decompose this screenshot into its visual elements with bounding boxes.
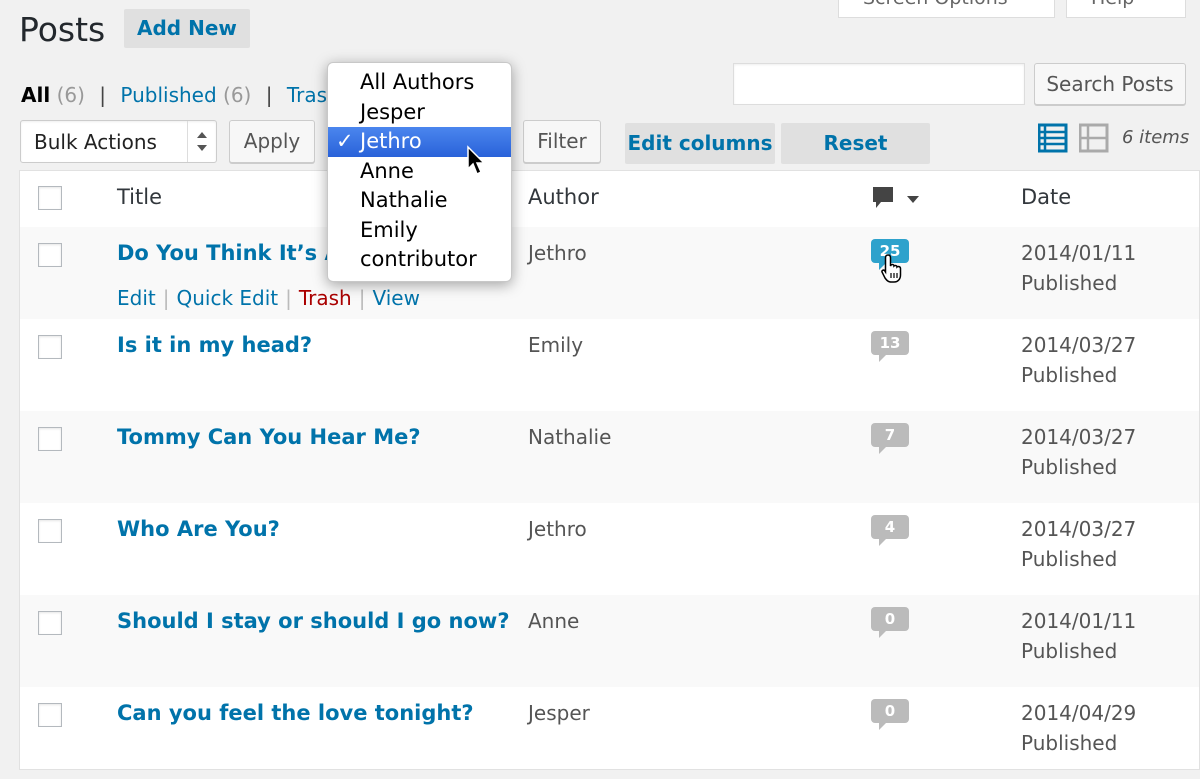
column-date[interactable]: Date xyxy=(1021,185,1071,209)
filter-published-count: (6) xyxy=(223,83,252,107)
date-value: 2014/01/11 xyxy=(1021,609,1137,633)
bulk-actions-label: Bulk Actions xyxy=(34,130,157,154)
row-checkbox[interactable] xyxy=(38,243,62,267)
view-link[interactable]: View xyxy=(372,286,419,310)
table-row: Is it in my head? Emily 13 2014/03/27 Pub… xyxy=(20,319,1199,411)
status-value: Published xyxy=(1021,731,1118,755)
search-input[interactable] xyxy=(733,63,1025,105)
row-actions: Edit | Quick Edit | Trash | View xyxy=(117,286,420,310)
filter-published[interactable]: Published xyxy=(120,83,216,107)
post-author[interactable]: Emily xyxy=(528,333,583,357)
comment-count-badge[interactable]: 13 xyxy=(871,331,909,362)
post-title-link[interactable]: Tommy Can You Hear Me? xyxy=(117,425,421,449)
filter-button[interactable]: Filter xyxy=(523,120,601,163)
dropdown-option[interactable]: contributor xyxy=(328,245,511,275)
post-date: 2014/01/11 Published xyxy=(1021,606,1136,666)
column-comments[interactable] xyxy=(871,185,923,218)
excerpt-view-icon[interactable] xyxy=(1078,123,1109,153)
add-new-button[interactable]: Add New xyxy=(124,9,250,48)
table-row: Should I stay or should I go now? Anne 0… xyxy=(20,595,1199,687)
screen-options-tab[interactable]: Screen Options xyxy=(838,0,1055,18)
status-value: Published xyxy=(1021,271,1118,295)
dropdown-option[interactable]: Jesper xyxy=(328,98,511,128)
items-count: 6 items xyxy=(1122,127,1190,148)
table-row: Do You Think It’s Alr Edit | Quick Edit | Tr… xyxy=(20,227,1199,319)
row-checkbox[interactable] xyxy=(38,519,62,543)
row-checkbox[interactable] xyxy=(38,427,62,451)
posts-table: Title Author Date Do You Think It’s Alr … xyxy=(19,170,1200,770)
post-author[interactable]: Anne xyxy=(528,609,579,633)
row-checkbox[interactable] xyxy=(38,611,62,635)
post-date: 2014/03/27 Published xyxy=(1021,330,1136,390)
table-row: Who Are You? Jethro 4 2014/03/27 Publishe… xyxy=(20,503,1199,595)
post-author[interactable]: Jethro xyxy=(528,241,587,265)
comment-count-badge[interactable]: 0 xyxy=(871,699,909,730)
arrow-cursor-icon xyxy=(467,145,486,176)
date-value: 2014/04/29 xyxy=(1021,701,1137,725)
comment-count-badge[interactable]: 4 xyxy=(871,515,909,546)
post-title-link[interactable]: Who Are You? xyxy=(117,517,280,541)
post-date: 2014/04/29 Published xyxy=(1021,698,1136,758)
checkmark-icon: ✓ xyxy=(336,129,354,153)
edit-link[interactable]: Edit xyxy=(117,286,156,310)
post-date: 2014/03/27 Published xyxy=(1021,422,1136,482)
quick-edit-link[interactable]: Quick Edit xyxy=(176,286,278,310)
column-title[interactable]: Title xyxy=(117,185,162,209)
help-label: Help xyxy=(1091,0,1134,9)
table-row: Can you feel the love tonight? Jesper 0 … xyxy=(20,687,1199,779)
date-value: 2014/01/11 xyxy=(1021,241,1137,265)
status-value: Published xyxy=(1021,455,1118,479)
filter-all-count: (6) xyxy=(56,83,85,107)
status-filters: All (6) | Published (6) | Trash (1 xyxy=(21,83,367,107)
screen-options-label: Screen Options xyxy=(863,0,1008,9)
post-date: 2014/01/11 Published xyxy=(1021,238,1136,298)
post-author[interactable]: Jethro xyxy=(528,517,587,541)
date-value: 2014/03/27 xyxy=(1021,333,1137,357)
post-author[interactable]: Nathalie xyxy=(528,425,611,449)
bulk-actions-select[interactable]: Bulk Actions xyxy=(20,120,217,163)
comment-count-badge[interactable]: 7 xyxy=(871,423,909,454)
trash-link[interactable]: Trash xyxy=(299,286,352,310)
filter-all[interactable]: All xyxy=(21,83,50,107)
comment-count-badge[interactable]: 0 xyxy=(871,607,909,638)
post-title-link[interactable]: Can you feel the love tonight? xyxy=(117,701,474,725)
status-value: Published xyxy=(1021,547,1118,571)
dropdown-option-label: Jethro xyxy=(360,129,422,153)
post-author[interactable]: Jesper xyxy=(528,701,590,725)
date-value: 2014/03/27 xyxy=(1021,425,1137,449)
help-tab[interactable]: Help xyxy=(1066,0,1186,18)
row-checkbox[interactable] xyxy=(38,335,62,359)
dropdown-option[interactable]: Nathalie xyxy=(328,186,511,216)
select-arrows-icon xyxy=(187,121,216,162)
hand-cursor-icon xyxy=(881,254,902,283)
page-title: Posts xyxy=(19,10,106,49)
list-view-icon[interactable] xyxy=(1037,123,1068,153)
post-title-link[interactable]: Should I stay or should I go now? xyxy=(117,609,510,633)
filter-separator: | xyxy=(265,83,273,107)
dropdown-option[interactable]: Emily xyxy=(328,216,511,246)
dropdown-option[interactable]: All Authors xyxy=(328,68,511,98)
search-posts-button[interactable]: Search Posts xyxy=(1034,63,1186,105)
select-all-checkbox[interactable] xyxy=(38,186,62,210)
table-row: Tommy Can You Hear Me? Nathalie 7 2014/0… xyxy=(20,411,1199,503)
row-checkbox[interactable] xyxy=(38,703,62,727)
edit-columns-button[interactable]: Edit columns xyxy=(625,123,775,164)
reset-sorting-button[interactable]: Reset sorting xyxy=(781,123,930,196)
status-value: Published xyxy=(1021,639,1118,663)
comment-column-icon xyxy=(873,187,919,208)
apply-button[interactable]: Apply xyxy=(229,120,315,163)
table-header: Title Author Date xyxy=(20,171,1199,228)
column-author[interactable]: Author xyxy=(528,185,599,209)
post-date: 2014/03/27 Published xyxy=(1021,514,1136,574)
post-title-link[interactable]: Is it in my head? xyxy=(117,333,312,357)
status-value: Published xyxy=(1021,363,1118,387)
date-value: 2014/03/27 xyxy=(1021,517,1137,541)
post-title-link[interactable]: Do You Think It’s Alr xyxy=(117,241,358,265)
filter-separator: | xyxy=(99,83,107,107)
